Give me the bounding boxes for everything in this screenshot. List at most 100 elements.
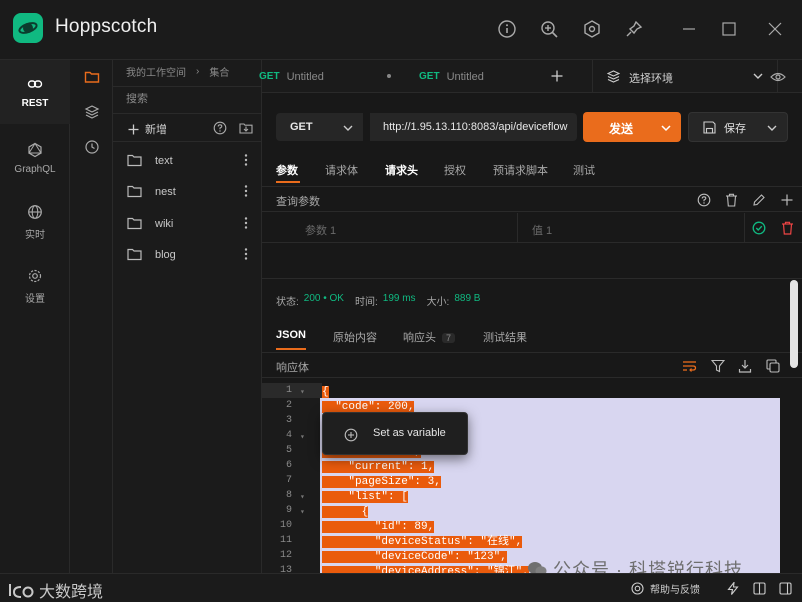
import-folder-icon[interactable] (238, 120, 254, 136)
nav-item-rest[interactable]: REST (0, 60, 70, 124)
plus-icon (128, 124, 139, 134)
code-line: "pageSize": 3, (322, 475, 441, 490)
history-clock-icon[interactable] (81, 136, 103, 158)
nav-item-settings[interactable]: 设置 (0, 254, 70, 318)
size-label: 大小: (426, 297, 450, 308)
more-options-icon[interactable] (243, 247, 249, 261)
fold-toggle-icon[interactable]: ▾ (300, 492, 305, 502)
help-icon[interactable] (697, 193, 711, 207)
lifebuoy-icon (631, 582, 644, 595)
folder-name: text (155, 154, 173, 167)
param-value-input[interactable]: 值 1 (532, 222, 552, 238)
tab-params[interactable]: 参数 (276, 162, 298, 178)
code-line-text: { (322, 506, 369, 518)
line-number: 8 (285, 490, 292, 501)
breadcrumb-workspace[interactable]: 我的工作空间 (126, 64, 186, 79)
save-button[interactable]: 保存 (688, 112, 788, 142)
tab-tests[interactable]: 测试 (573, 162, 595, 178)
close-icon[interactable] (763, 17, 787, 41)
line-number: 6 (285, 460, 292, 471)
code-line: "deviceAddress": "锦江", (322, 565, 529, 573)
settings-hex-icon[interactable] (580, 17, 604, 41)
collections-folder-icon[interactable] (81, 66, 103, 88)
url-input[interactable]: http://1.95.13.110:8083/api/deviceflow (370, 113, 577, 141)
help-feedback-button[interactable]: 帮助与反馈 (631, 581, 700, 596)
sidebar-toggle-icon[interactable] (779, 582, 792, 595)
plus-icon[interactable] (781, 194, 793, 206)
folder-icon (127, 154, 142, 167)
code-line-text: "id": 89, (322, 521, 435, 533)
environments-layers-icon[interactable] (81, 101, 103, 123)
info-icon[interactable] (495, 17, 519, 41)
nav-item-label: REST (21, 97, 49, 109)
copy-icon[interactable] (766, 359, 780, 373)
collection-folder-item[interactable]: wiki (113, 208, 262, 239)
delete-trash-icon[interactable] (781, 221, 794, 235)
split-layout-icon[interactable] (753, 582, 766, 595)
filter-icon[interactable] (711, 359, 725, 373)
collection-folder-item[interactable]: blog (113, 239, 262, 270)
line-number: 3 (285, 415, 292, 426)
nav-item-graphql[interactable]: GraphQL (0, 126, 70, 190)
tab-headers[interactable]: 请求头 (385, 162, 418, 178)
send-button[interactable]: 发送 (583, 112, 681, 142)
collection-folder-item[interactable]: nest (113, 176, 262, 207)
eye-icon[interactable] (770, 69, 786, 85)
fold-toggle-icon[interactable]: ▾ (300, 507, 305, 517)
collection-folder-item[interactable]: text (113, 145, 262, 176)
trash-icon[interactable] (725, 193, 738, 207)
edit-icon[interactable] (752, 193, 766, 207)
chevron-down-icon[interactable] (767, 124, 777, 132)
tab-response-headers[interactable]: 响应头 7 (403, 329, 456, 345)
collection-search-input[interactable] (126, 93, 246, 105)
check-circle-icon[interactable] (752, 221, 766, 235)
query-params-label: 查询参数 (276, 196, 320, 208)
sidebar-tool-column (70, 60, 113, 573)
breadcrumb-section: 集合 (209, 68, 230, 79)
tab-body[interactable]: 请求体 (325, 162, 358, 178)
more-options-icon[interactable] (243, 184, 249, 198)
wrap-lines-icon[interactable] (682, 359, 697, 373)
help-icon[interactable] (212, 120, 228, 136)
tab-test-results[interactable]: 测试结果 (483, 329, 527, 345)
pin-icon[interactable] (622, 17, 646, 41)
line-number: 11 (279, 535, 292, 546)
line-number: 4 (285, 430, 292, 441)
request-tab[interactable]: GET Untitled (259, 60, 399, 93)
param-key-input[interactable]: 参数 1 (305, 222, 336, 238)
zoom-in-icon[interactable] (537, 17, 561, 41)
maximize-icon[interactable] (717, 17, 741, 41)
collection-search-box (113, 86, 262, 114)
environment-select[interactable]: 选择环境 (592, 60, 778, 93)
chevron-down-icon[interactable] (661, 124, 671, 132)
download-icon[interactable] (738, 359, 752, 373)
tab-method: GET (419, 71, 440, 82)
url-value: http://1.95.13.110:8083/api/deviceflow (383, 121, 568, 133)
tab-raw[interactable]: 原始内容 (333, 329, 377, 345)
tab-auth[interactable]: 授权 (444, 162, 466, 178)
set-as-variable-label: Set as variable (373, 427, 446, 439)
set-as-variable-menu-item[interactable]: Set as variable (323, 413, 469, 456)
shortcuts-bolt-icon[interactable] (727, 582, 739, 595)
param-row: 参数 1 值 1 (262, 213, 802, 243)
tab-pre-request-script[interactable]: 预请求脚本 (493, 162, 548, 178)
request-tab[interactable]: GET Untitled (419, 60, 539, 93)
minimize-icon[interactable] (677, 17, 701, 41)
query-params-toolbar: 查询参数 (262, 186, 802, 212)
nav-item-realtime[interactable]: 实时 (0, 190, 70, 254)
vertical-scrollbar[interactable] (790, 280, 798, 368)
column-divider (744, 213, 745, 243)
method-select[interactable]: GET (276, 113, 363, 141)
fold-toggle-icon[interactable]: ▾ (300, 432, 305, 442)
pane-divider[interactable] (262, 278, 802, 279)
more-options-icon[interactable] (243, 153, 249, 167)
more-options-icon[interactable] (243, 216, 249, 230)
new-tab-plus-icon[interactable] (549, 68, 565, 84)
new-collection-button[interactable]: 新增 (128, 121, 167, 137)
status-label: 状态: (276, 297, 299, 308)
code-line: { (322, 505, 369, 520)
app-title: Hoppscotch (55, 16, 158, 37)
active-tab-indicator (276, 181, 300, 183)
fold-toggle-icon[interactable]: ▾ (300, 387, 305, 397)
tab-json[interactable]: JSON (276, 329, 306, 341)
